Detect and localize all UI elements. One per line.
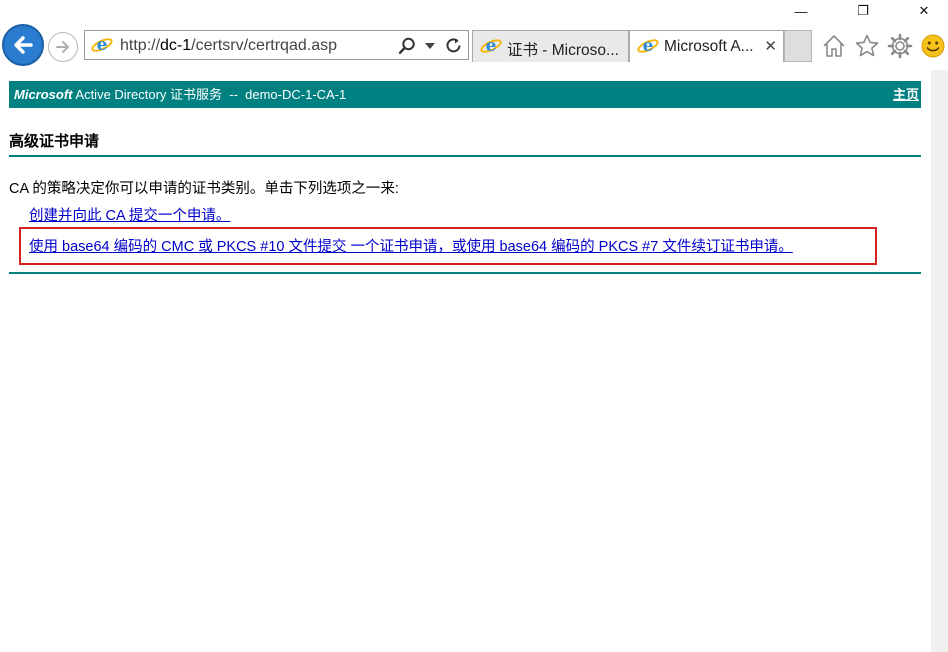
feedback-button[interactable] bbox=[919, 32, 947, 60]
ie-page-icon: e bbox=[91, 35, 113, 55]
minimize-button[interactable]: — bbox=[786, 2, 816, 20]
home-link[interactable]: 主页 bbox=[893, 81, 919, 108]
ie-page-icon: e bbox=[637, 36, 659, 56]
forward-arrow-icon bbox=[56, 41, 69, 53]
settings-gear-icon bbox=[887, 33, 913, 59]
tab-label: Microsoft A... bbox=[664, 38, 754, 55]
forward-button[interactable] bbox=[48, 32, 78, 62]
close-window-button[interactable]: ✕ bbox=[909, 2, 939, 20]
svg-text:e: e bbox=[486, 36, 497, 56]
home-button[interactable] bbox=[820, 32, 848, 60]
tab-certificates[interactable]: e 证书 - Microso... bbox=[472, 30, 629, 62]
page-title: 高级证书申请 bbox=[9, 130, 921, 157]
certificate-services-header: Microsoft Active Directory 证书服务 -- demo-… bbox=[9, 81, 921, 108]
tools-button[interactable] bbox=[886, 32, 914, 60]
close-icon: ✕ bbox=[918, 3, 930, 18]
favorites-star-icon bbox=[855, 34, 879, 57]
bottom-divider bbox=[9, 272, 921, 274]
dropdown-icon[interactable] bbox=[425, 42, 435, 50]
browser-toolbar: e http://dc-1/certsrv/certrqad.asp e 证书 … bbox=[0, 22, 948, 70]
header-brand: Microsoft Active Directory 证书服务 -- demo-… bbox=[14, 87, 347, 102]
minimize-icon: — bbox=[794, 3, 808, 19]
window-titlebar: — ❐ ✕ bbox=[0, 0, 948, 22]
restore-icon: ❐ bbox=[857, 3, 869, 18]
smiley-feedback-icon bbox=[921, 34, 945, 58]
search-icon[interactable] bbox=[398, 37, 416, 55]
address-bar[interactable]: e http://dc-1/certsrv/certrqad.asp bbox=[84, 30, 469, 60]
refresh-icon[interactable] bbox=[444, 36, 463, 55]
intro-text: CA 的策略决定你可以申请的证书类别。单击下列选项之一来: bbox=[9, 181, 399, 197]
new-tab-button[interactable] bbox=[784, 30, 812, 62]
svg-text:e: e bbox=[643, 36, 654, 56]
ie-page-icon: e bbox=[480, 36, 502, 56]
tab-microsoft-ad[interactable]: e Microsoft A... ✕ bbox=[629, 30, 784, 62]
tab-label: 证书 - Microso... bbox=[507, 42, 619, 59]
svg-text:e: e bbox=[97, 35, 108, 55]
vertical-scrollbar[interactable] bbox=[931, 70, 948, 652]
back-arrow-icon bbox=[14, 36, 33, 54]
back-button[interactable] bbox=[2, 24, 44, 66]
page-content: Microsoft Active Directory 证书服务 -- demo-… bbox=[9, 81, 921, 274]
close-tab-icon[interactable]: ✕ bbox=[764, 37, 777, 55]
restore-button[interactable]: ❐ bbox=[848, 2, 878, 20]
create-request-link[interactable]: 创建并向此 CA 提交一个申请。 bbox=[29, 204, 230, 225]
home-icon bbox=[823, 35, 845, 57]
base64-request-link[interactable]: 使用 base64 编码的 CMC 或 PKCS #10 文件提交 一个证书申请… bbox=[29, 235, 793, 256]
favorites-button[interactable] bbox=[853, 32, 881, 60]
address-url: http://dc-1/certsrv/certrqad.asp bbox=[120, 37, 337, 54]
